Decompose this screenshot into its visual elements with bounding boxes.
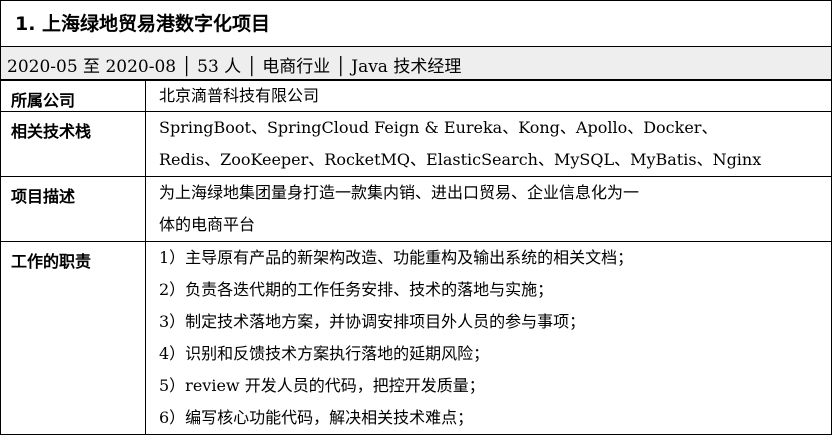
duty-item: 4）识别和反馈技术方案执行落地的延期风险；: [159, 344, 490, 363]
company-label: 所属公司: [11, 91, 76, 110]
duties-value-cell: 1）主导原有产品的新架构改造、功能重构及输出系统的相关文档； 2）负责各迭代期的…: [145, 241, 832, 435]
table-row: 所属公司 北京滴普科技有限公司: [0, 80, 832, 112]
description-line: 体的电商平台: [159, 215, 256, 234]
tech-stack-label: 相关技术栈: [11, 122, 92, 141]
duties-label: 工作的职责: [11, 252, 92, 271]
description-value-cell: 为上海绿地集团量身打造一款集内销、进出口贸易、企业信息化为一 体的电商平台: [145, 176, 832, 242]
tech-stack-line: SpringBoot、SpringCloud Feign & Eureka、Ko…: [159, 118, 718, 137]
duty-item: 5）review 开发人员的代码，把控开发质量；: [159, 376, 485, 395]
duty-item: 3）制定技术落地方案，并协调安排项目外人员的参与事项；: [159, 312, 586, 331]
tech-stack-value-cell: SpringBoot、SpringCloud Feign & Eureka、Ko…: [145, 111, 832, 177]
description-label-cell: 项目描述: [0, 176, 146, 242]
description-line: 为上海绿地集团量身打造一款集内销、进出口贸易、企业信息化为一: [159, 183, 640, 202]
project-title: 1. 上海绿地贸易港数字化项目: [15, 13, 271, 35]
project-meta-row: 2020-05 至 2020-08 │ 53 人 │ 电商行业 │ Java 技…: [0, 46, 832, 80]
duties-label-cell: 工作的职责: [0, 241, 146, 435]
project-meta: 2020-05 至 2020-08 │ 53 人 │ 电商行业 │ Java 技…: [7, 57, 462, 77]
table-row: 工作的职责 1）主导原有产品的新架构改造、功能重构及输出系统的相关文档； 2）负…: [0, 241, 832, 435]
duty-item: 1）主导原有产品的新架构改造、功能重构及输出系统的相关文档；: [159, 248, 634, 267]
project-details-table: 所属公司 北京滴普科技有限公司 相关技术栈 SpringBoot、SpringC…: [0, 80, 832, 435]
tech-stack-label-cell: 相关技术栈: [0, 111, 146, 177]
company-value-cell: 北京滴普科技有限公司: [145, 80, 832, 112]
company-label-cell: 所属公司: [0, 80, 146, 112]
company-value: 北京滴普科技有限公司: [159, 86, 320, 105]
table-row: 项目描述 为上海绿地集团量身打造一款集内销、进出口贸易、企业信息化为一 体的电商…: [0, 176, 832, 242]
tech-stack-line: Redis、ZooKeeper、RocketMQ、ElasticSearch、M…: [159, 150, 762, 169]
duty-item: 6）编写核心功能代码，解决相关技术难点；: [159, 408, 474, 427]
project-section: 1. 上海绿地贸易港数字化项目 2020-05 至 2020-08 │ 53 人…: [0, 0, 835, 435]
table-row: 相关技术栈 SpringBoot、SpringCloud Feign & Eur…: [0, 111, 832, 177]
duty-item: 2）负责各迭代期的工作任务安排、技术的落地与实施；: [159, 280, 554, 299]
project-title-row: 1. 上海绿地贸易港数字化项目: [0, 0, 832, 46]
description-label: 项目描述: [11, 187, 76, 206]
